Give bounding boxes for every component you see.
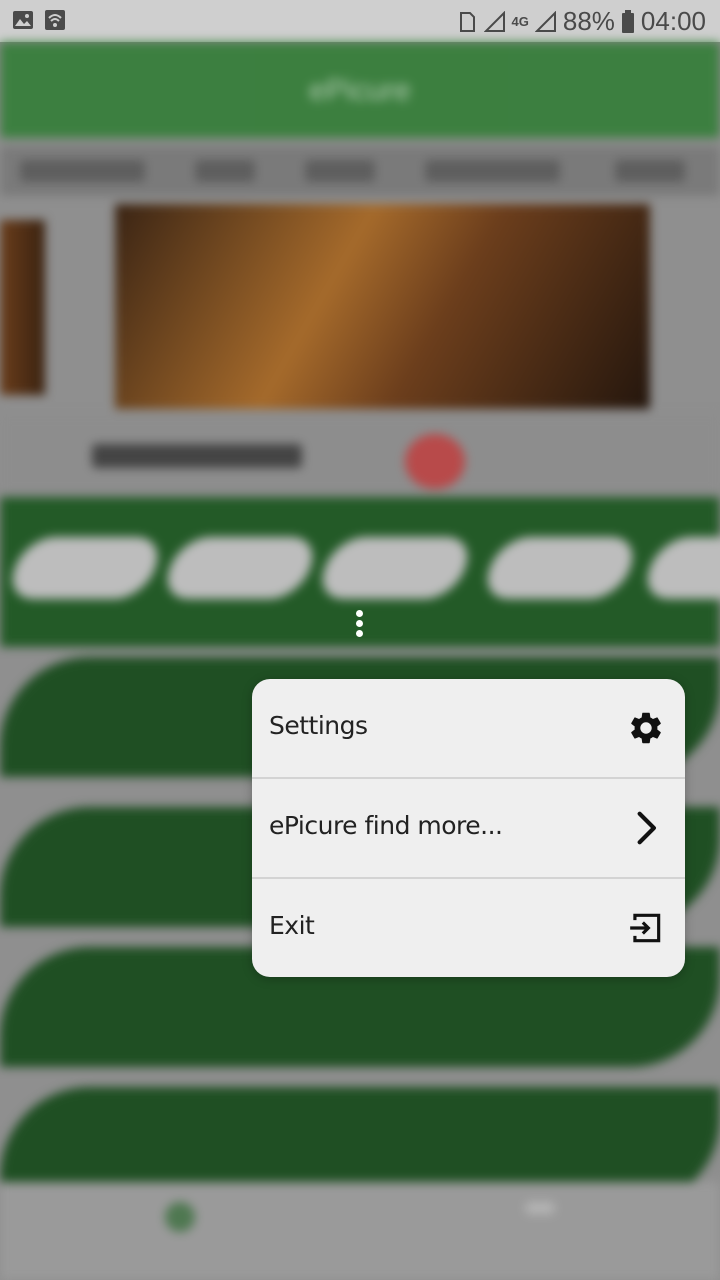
menu-item-label: ePicure find more...: [269, 811, 503, 840]
exit-icon: [630, 913, 661, 943]
status-bar: 4G 88% 04:00: [0, 0, 720, 42]
status-right: 4G 88% 04:00: [456, 6, 706, 37]
popup-menu: Settings ePicure find more... Exit: [252, 679, 685, 977]
gear-icon: [631, 712, 661, 744]
menu-item-find-more[interactable]: ePicure find more...: [252, 779, 685, 879]
status-left-icons: [12, 9, 66, 31]
signal-icon: [483, 10, 505, 32]
banner-image-side: [0, 220, 45, 395]
heart-icon: [405, 434, 465, 489]
overflow-menu-icon[interactable]: [346, 604, 374, 644]
chevron-right-icon: [637, 811, 656, 845]
menu-item-label: Settings: [269, 711, 368, 740]
wifi-icon: [45, 10, 65, 30]
category-tabs: [0, 146, 720, 196]
network-type: 4G: [511, 14, 529, 29]
menu-item-exit[interactable]: Exit: [252, 879, 685, 977]
battery-percent: 88%: [562, 6, 615, 36]
background-app: ePicure: [0, 42, 720, 1280]
menu-item-label: Exit: [269, 911, 315, 940]
menu-item-settings[interactable]: Settings: [252, 679, 685, 779]
banner-image: [115, 204, 650, 409]
sim-icon: [459, 11, 475, 32]
signal-icon-2: [534, 10, 556, 32]
app-bar: ePicure: [0, 42, 720, 138]
clock: 04:00: [640, 6, 706, 36]
app-title: ePicure: [309, 74, 411, 107]
image-icon: [13, 11, 33, 29]
battery-icon: [621, 9, 634, 33]
featured-info-row: [0, 414, 720, 494]
bottom-nav: [0, 1182, 720, 1280]
